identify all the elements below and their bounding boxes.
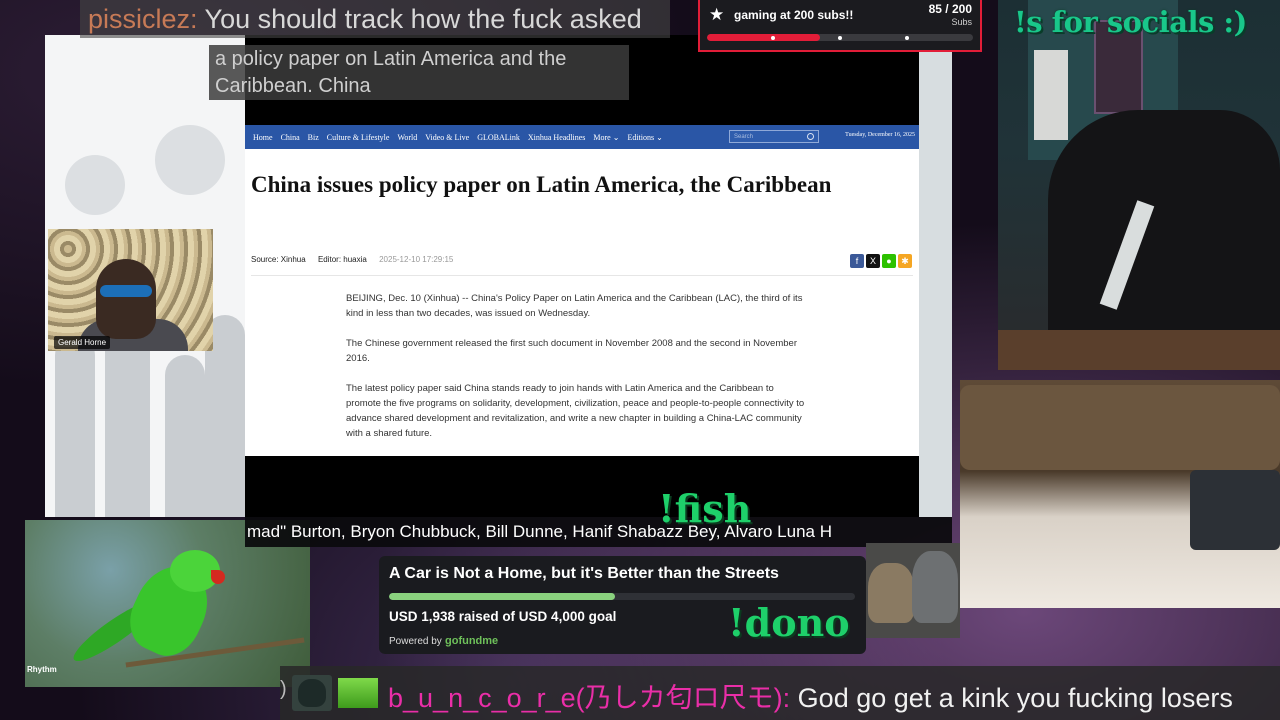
nav-china[interactable]: China [281,133,300,142]
article-paragraph-1: BEIJING, Dec. 10 (Xinhua) -- China's Pol… [346,293,803,319]
participant-glasses [100,285,152,297]
article-timestamp: 2025-12-10 17:29:15 [379,255,454,264]
nav-globalink[interactable]: GLOBALink [477,133,520,142]
article-headline: China issues policy paper on Latin Ameri… [251,172,832,197]
cats-image [866,543,960,638]
browser-viewport: Home China Biz Culture & Lifestyle World… [245,35,919,517]
subs-milestone-dot [838,36,842,40]
search-placeholder: Search [734,134,754,140]
chat-username: b_u_n_c_o_r_e(乃しカ匂ロ尺モ): God go get a kin… [388,676,1233,715]
cat-emote-icon [292,675,332,711]
search-icon[interactable] [807,133,814,140]
participant-face [96,259,156,339]
article-paragraph-3: The latest policy paper said China stand… [346,383,805,439]
fundraiser-raised: USD 1,938 raised of USD 4,000 goal [389,609,617,624]
wechat-icon[interactable]: ● [882,254,896,268]
nav-video[interactable]: Video & Live [425,133,469,142]
parrot-watermark: Rhythm [27,665,57,674]
conference-backdrop-right [919,35,952,517]
participant-name: Gerald Horne [54,336,111,349]
fundraiser-progress-bar [389,593,855,600]
fundraiser-progress-fill [389,593,615,600]
article: China issues policy paper on Latin Ameri… [245,149,919,456]
couch-camera [960,380,1280,608]
streamer-webcam [998,0,1280,370]
subs-goal-widget: ★ gaming at 200 subs!! 85 / 200 Subs [698,0,982,52]
chat-prefix: ) [280,678,287,700]
subs-goal-unit: Subs [951,17,972,27]
site-date: Tuesday, December 16, 2025 [845,132,915,138]
nav-headlines[interactable]: Xinhua Headlines [528,133,586,142]
grass-emote-icon [338,678,378,708]
nav-world[interactable]: World [397,133,417,142]
subs-progress-bar [707,34,973,41]
chat-message-bottom: ) b_u_n_c_o_r_e(乃しカ匂ロ尺モ): God go get a k… [280,666,1280,720]
cat-silhouette [298,679,326,707]
chat-text: God go get a kink you fucking losers [797,683,1233,713]
fundraiser-title: A Car is Not a Home, but it's Better tha… [389,565,779,582]
bag-on-couch [1190,470,1280,550]
fish-command: !fish [658,486,752,531]
chat-username: pissiclez: [88,4,198,34]
desk-ledge [998,330,1280,370]
couch-cushion [960,385,1280,470]
cat-tabby [868,563,914,623]
article-paragraph-2: The Chinese government released the firs… [346,338,797,364]
subs-progress-fill [707,34,821,41]
chat-message-top: pissiclez: You should track how the fuck… [80,0,670,38]
facebook-icon[interactable]: f [850,254,864,268]
site-navigation: Home China Biz Culture & Lifestyle World… [245,125,919,149]
parrot-beak [211,570,225,584]
nav-editions[interactable]: Editions ⌄ [627,133,662,142]
socials-command: !s for socials :) [1014,5,1247,39]
share-icons: f X ● ✱ [850,254,912,268]
nav-more[interactable]: More ⌄ [593,133,619,142]
dono-command: !dono [728,600,850,645]
nav-home[interactable]: Home [253,133,273,142]
subs-milestone-dot [905,36,909,40]
gofundme-logo: gofundme [445,635,499,647]
nav-culture[interactable]: Culture & Lifestyle [327,133,390,142]
subs-milestone-dot [771,36,775,40]
chat-username-text: b_u_n_c_o_r_e(乃しカ匂ロ尺モ): [388,683,791,713]
article-source: Source: Xinhua [251,255,306,264]
subs-goal-count: 85 / 200 [928,2,972,16]
names-ticker: mad" Burton, Bryon Chubbuck, Bill Dunne,… [245,517,952,547]
nav-biz[interactable]: Biz [308,133,319,142]
wall-poster [1034,50,1068,140]
search-input[interactable]: Search [729,130,819,143]
fundraiser-powered-by: Powered by [389,636,442,647]
weibo-icon[interactable]: ✱ [898,254,912,268]
article-byline: Source: Xinhua Editor: huaxia 2025-12-10… [251,255,463,264]
article-editor: Editor: huaxia [317,255,367,264]
subs-goal-title: gaming at 200 subs!! [734,8,854,22]
cat-grey [912,551,958,623]
divider [251,275,913,276]
x-icon[interactable]: X [866,254,880,268]
participant-video-tile: Gerald Horne [48,229,213,351]
chat-text: You should track how the fuck asked [204,4,642,34]
star-icon: ★ [709,5,725,24]
live-caption: a policy paper on Latin America and the … [209,45,629,100]
